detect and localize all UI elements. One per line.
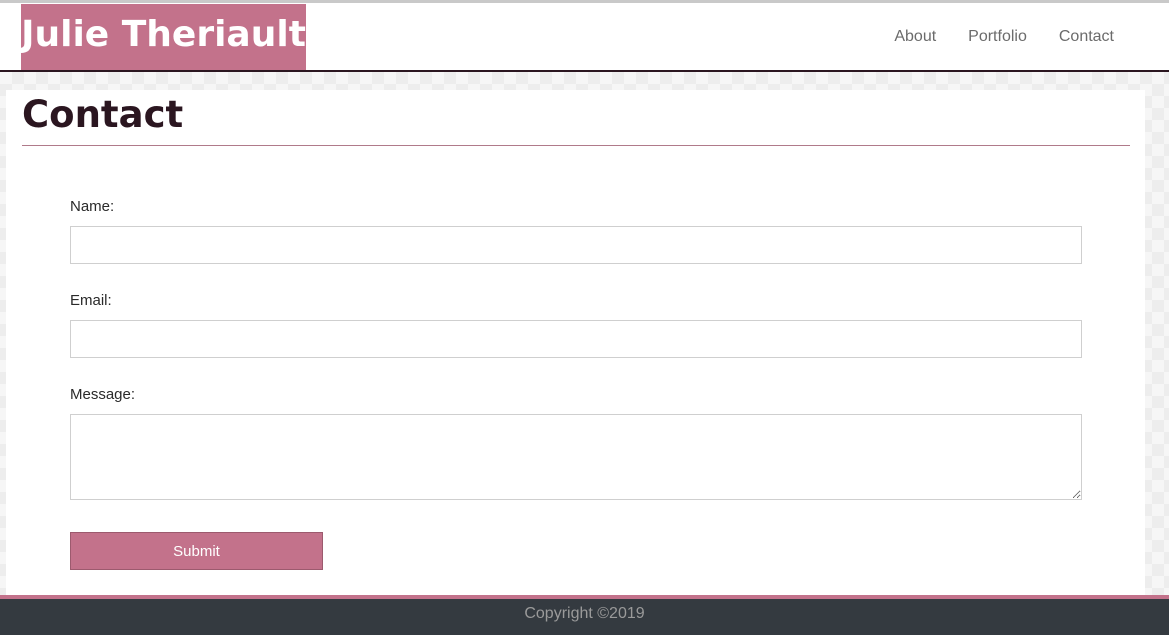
title-divider [22, 145, 1130, 146]
submit-button[interactable]: Submit [70, 532, 323, 570]
email-field[interactable] [70, 320, 1082, 358]
navbar: Julie Theriault About Portfolio Contact [0, 3, 1169, 72]
email-label: Email: [70, 292, 112, 309]
nav-link-contact[interactable]: Contact [1059, 28, 1114, 46]
nav-link-portfolio[interactable]: Portfolio [968, 28, 1027, 46]
name-field[interactable] [70, 226, 1082, 264]
copyright-text: Copyright ©2019 [524, 605, 645, 622]
page-title: Contact [22, 93, 184, 136]
message-field[interactable] [70, 414, 1082, 500]
main-nav: About Portfolio Contact [862, 3, 1114, 70]
nav-link-about[interactable]: About [894, 28, 936, 46]
name-label: Name: [70, 198, 115, 215]
footer: Copyright ©2019 [0, 595, 1169, 635]
message-label: Message: [70, 386, 136, 403]
site-brand-logo[interactable]: Julie Theriault [21, 4, 306, 70]
